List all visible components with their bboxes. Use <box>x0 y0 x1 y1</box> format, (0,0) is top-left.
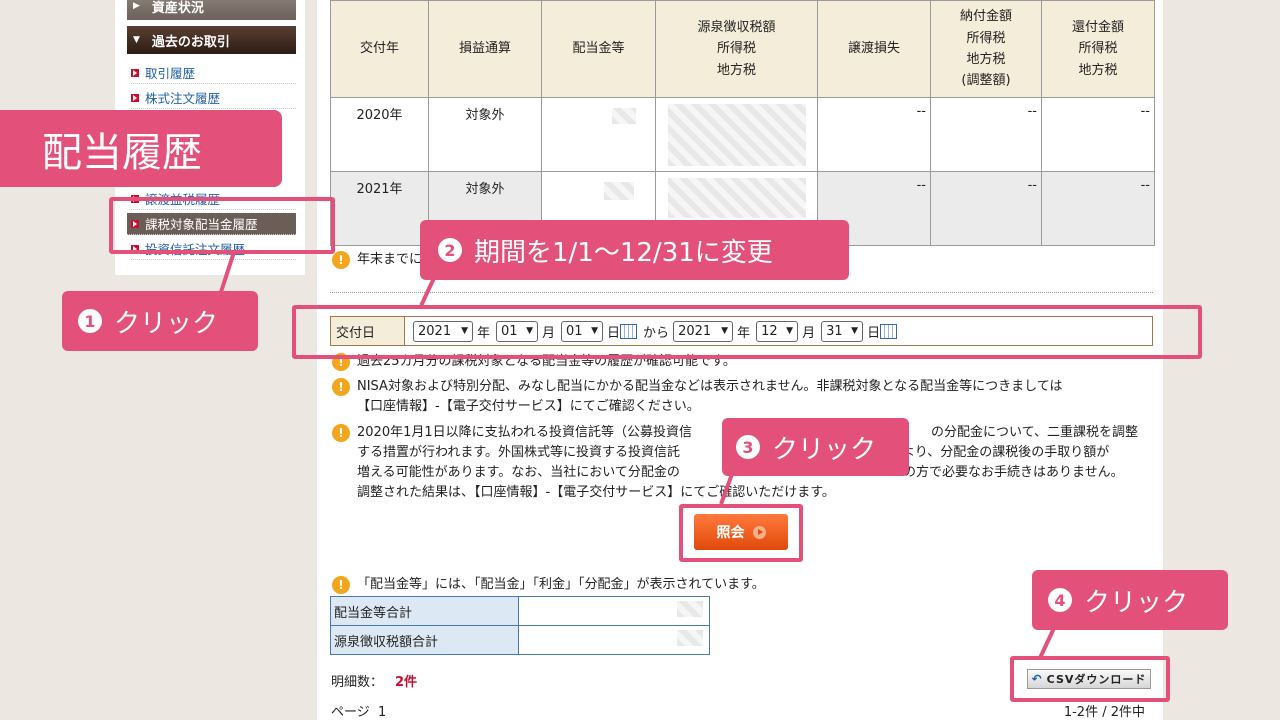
sidebar-head-label: 資産状況 <box>151 0 204 16</box>
cell-loss: -- <box>817 97 931 172</box>
step-text: クリック <box>114 308 219 339</box>
note-text: の分配金について、二重課税を調整 <box>931 425 1138 440</box>
totals-table: 配当金等合計 源泉徴収税額合計 <box>330 596 710 655</box>
table-row: 源泉徴収税額合計 <box>330 625 710 655</box>
note-text: する措置が行われます。外国株式等に投資する投資信託 <box>357 445 681 460</box>
note-dividend-definition: ! 「配当金等」には、「配当金」「利金」「分配金」が表示されています。 <box>332 575 765 595</box>
triangle-down-icon: ▼ <box>133 35 140 45</box>
overlay-step-2: 2 期間を1/1〜12/31に変更 <box>420 220 849 280</box>
overlay-title-text: 配当履歴 <box>42 129 202 176</box>
cell-refund: -- <box>1041 97 1155 172</box>
step-text: クリック <box>772 434 877 465</box>
total-dividends-label: 配当金等合計 <box>330 596 519 626</box>
note-text: 年末までに <box>357 252 423 267</box>
highlight-sidebar-item <box>109 197 335 254</box>
overlay-title: 配当履歴 <box>0 110 282 187</box>
cell-payment: -- <box>930 171 1042 246</box>
sidebar-item-stock-orders[interactable]: 株式注文履歴 <box>131 87 296 109</box>
col-header: 譲渡損失 <box>817 0 931 98</box>
sidebar-item-label: 取引履歴 <box>145 66 196 81</box>
note-text: 「配当金等」には、「配当金」「利金」「分配金」が表示されています。 <box>357 577 765 592</box>
count-label: 明細数： <box>331 675 384 690</box>
table-header-row: 交付年 損益通算 配当金等 源泉徴収税額 所得税 地方税 譲渡損失 納付金額 所… <box>330 0 1155 98</box>
warning-icon: ! <box>332 576 350 594</box>
detail-count: 明細数： 2件 <box>331 671 417 690</box>
step-number-badge: 4 <box>1048 588 1072 612</box>
total-withholding-value-redacted <box>518 625 710 655</box>
table-row: 2020年 対象外 -- -- -- <box>330 97 1155 172</box>
note-nisa: ! NISA対象および特別分配、みなし配当にかかる配当金などは表示されません。非… <box>332 377 1152 417</box>
dividend-history-table: 交付年 損益通算 配当金等 源泉徴収税額 所得税 地方税 譲渡損失 納付金額 所… <box>330 0 1155 246</box>
note-text: の方で必要なお手続きはありません。 <box>903 465 1124 480</box>
overlay-step-1: 1 クリック <box>62 291 258 351</box>
red-arrow-icon <box>131 68 139 77</box>
cell-year: 2020年 <box>330 97 429 172</box>
total-dividends-value-redacted <box>518 596 710 626</box>
warning-icon: ! <box>332 424 350 442</box>
note-text: 2020年1月1日以降に支払われる投資信託等（公募投資信 <box>357 425 692 440</box>
col-header: 還付金額 所得税 地方税 <box>1041 0 1155 98</box>
result-range: 1-2件 / 2件中 <box>1063 705 1145 720</box>
overlay-step-3: 3 クリック <box>722 418 909 476</box>
col-header: 損益通算 <box>428 0 542 98</box>
sidebar-head-past-trades[interactable]: ▼ 過去のお取引 <box>127 26 296 54</box>
col-header: 納付金額 所得税 地方税 (調整額) <box>930 0 1042 98</box>
col-header: 配当金等 <box>541 0 656 98</box>
note-text: 増える可能性があります。なお、当社において分配金の <box>357 465 680 480</box>
sidebar-head-label: 過去のお取引 <box>151 34 230 50</box>
cell-refund: -- <box>1041 171 1155 246</box>
warning-icon: ! <box>332 378 350 396</box>
sidebar-item-label: 株式注文履歴 <box>145 91 221 106</box>
note-year-end: ! 年末までに <box>332 250 422 270</box>
highlight-csv-button <box>1010 656 1170 702</box>
col-header: 源泉徴収税額 所得税 地方税 <box>655 0 818 98</box>
warning-icon: ! <box>332 251 350 269</box>
overlay-step-4: 4 クリック <box>1032 570 1228 630</box>
sidebar-head-assets[interactable]: ▶ 資産状況 <box>127 0 296 20</box>
step-text: 期間を1/1〜12/31に変更 <box>474 237 773 268</box>
step-number-badge: 1 <box>78 309 102 333</box>
page-indicator: ページ 1 <box>331 705 387 720</box>
total-withholding-label: 源泉徴収税額合計 <box>330 625 519 655</box>
triangle-right-icon: ▶ <box>133 1 140 11</box>
note-text: 調整された結果は、【口座情報】-【電子交付サービス】にてご確認いただけます。 <box>357 485 835 500</box>
step-text: クリック <box>1084 587 1189 618</box>
count-value: 2件 <box>395 675 418 690</box>
highlight-date-filter <box>292 305 1202 359</box>
cell-payment: -- <box>930 97 1042 172</box>
cell-withholding-redacted <box>655 97 818 172</box>
col-header: 交付年 <box>330 0 429 98</box>
cell-netting: 対象外 <box>428 97 542 172</box>
cell-dividend-redacted <box>541 97 656 172</box>
highlight-search-button <box>679 504 803 562</box>
red-arrow-icon <box>131 93 139 102</box>
note-text: により、分配金の課税後の手取り額が <box>889 445 1110 460</box>
sidebar-item-trade-history[interactable]: 取引履歴 <box>131 62 296 84</box>
cell-year: 2021年 <box>330 171 429 246</box>
table-row: 配当金等合計 <box>330 596 710 626</box>
divider <box>330 292 1153 293</box>
step-number-badge: 2 <box>438 238 462 262</box>
note-text: NISA対象および特別分配、みなし配当にかかる配当金などは表示されません。非課税… <box>357 379 1063 414</box>
step-number-badge: 3 <box>736 435 760 459</box>
